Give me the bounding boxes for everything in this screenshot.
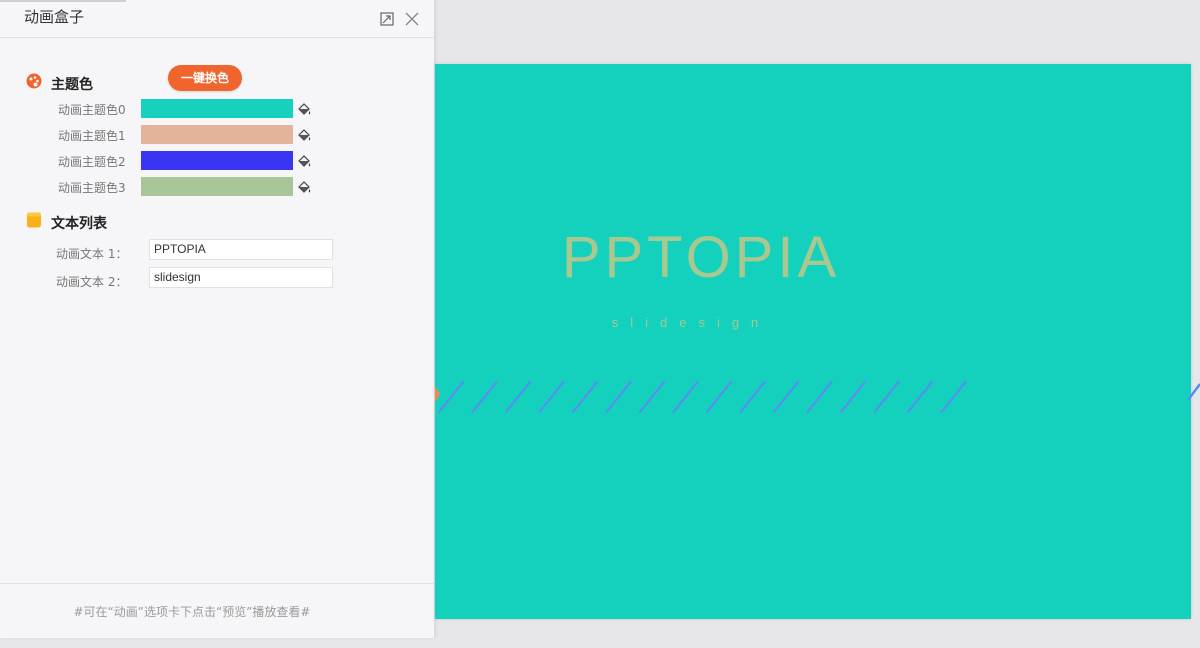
paint-bucket-icon[interactable] [296, 102, 312, 118]
title-tab-indicator [0, 0, 126, 2]
animation-box-panel: 动画盒子 主题色 一键换色 动画主题色0 动画主题色1 动画主题色2 动画主题色3 文… [0, 0, 435, 638]
theme-color-swatch-1[interactable] [141, 125, 293, 144]
text-item-label-2: 动画文本 2： [56, 275, 128, 289]
text-item-input-1[interactable]: PPTOPIA [149, 239, 333, 260]
document-icon [27, 212, 41, 228]
text-item-input-2[interactable]: slidesign [149, 267, 333, 288]
pin-icon[interactable] [378, 10, 396, 28]
panel-title: 动画盒子 [24, 8, 85, 26]
slide-subtitle-text: slidesign [612, 315, 771, 330]
theme-color-swatch-3[interactable] [141, 177, 293, 196]
title-divider [0, 37, 434, 38]
theme-color-label-3: 动画主题色3 [58, 181, 126, 195]
slide-background [435, 64, 1191, 619]
theme-color-swatch-0[interactable] [141, 99, 293, 118]
theme-color-label-0: 动画主题色0 [58, 103, 126, 117]
paint-bucket-icon[interactable] [296, 154, 312, 170]
slide-title-text: PPTOPIA [562, 225, 840, 290]
slide-preview[interactable]: PPTOPIA slidesign [435, 64, 1191, 619]
right-accent-stroke [1187, 383, 1200, 401]
preview-hint-text: #可在“动画”选项卡下点击“预览”播放查看# [73, 605, 311, 619]
theme-color-section-title: 主题色 [51, 77, 93, 93]
theme-color-label-2: 动画主题色2 [58, 155, 126, 169]
theme-color-label-1: 动画主题色1 [58, 129, 126, 143]
slide-canvas: PPTOPIA slidesign [435, 64, 1191, 619]
text-item-label-1: 动画文本 1： [56, 247, 128, 261]
footer-divider [0, 583, 434, 584]
one-click-recolor-button[interactable]: 一键换色 [168, 65, 242, 91]
palette-icon [26, 73, 42, 89]
paint-bucket-icon[interactable] [296, 180, 312, 196]
paint-bucket-icon[interactable] [296, 128, 312, 144]
close-icon[interactable] [402, 9, 422, 29]
theme-color-swatch-2[interactable] [141, 151, 293, 170]
text-list-section-title: 文本列表 [51, 216, 107, 232]
